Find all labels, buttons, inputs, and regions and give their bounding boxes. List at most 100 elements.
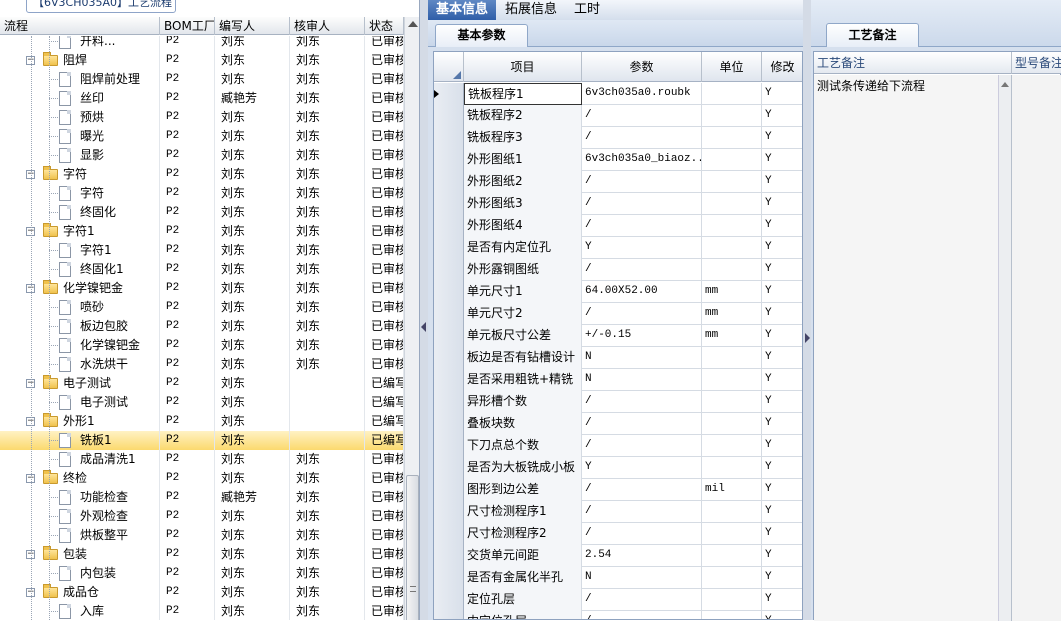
tree-step-row[interactable]: 阻焊前处理 P2 刘东 刘东 已审核 bbox=[0, 70, 404, 89]
process-note-cell[interactable]: 测试条传递给下流程 bbox=[814, 75, 1012, 621]
param-modify-cell[interactable]: Y bbox=[762, 545, 802, 567]
col-header-status[interactable]: 状态 bbox=[365, 17, 404, 35]
param-modify-cell[interactable]: Y bbox=[762, 215, 802, 237]
tab-basic-params[interactable]: 基本参数 bbox=[435, 24, 528, 47]
row-selector[interactable] bbox=[434, 391, 464, 413]
col-header-process-note[interactable]: 工艺备注 bbox=[814, 52, 1012, 74]
param-modify-cell[interactable]: Y bbox=[762, 347, 802, 369]
tree-step-row[interactable]: 板边包胶 P2 刘东 刘东 已审核 bbox=[0, 317, 404, 336]
tab-work-hours[interactable]: 工时 bbox=[566, 0, 608, 20]
flow-cell[interactable]: 铣板1 bbox=[0, 431, 160, 450]
param-row[interactable]: 外形图纸2/ Y bbox=[434, 171, 802, 193]
param-row[interactable]: 板边是否有钻槽设计 N Y bbox=[434, 347, 802, 369]
row-selector[interactable] bbox=[434, 303, 464, 325]
tree-group-row[interactable]: − 字符 P2 刘东 刘东 已审核 bbox=[0, 165, 404, 184]
row-selector[interactable] bbox=[434, 281, 464, 303]
row-selector[interactable] bbox=[434, 545, 464, 567]
flow-cell[interactable]: 字符1 bbox=[0, 241, 160, 260]
flow-cell[interactable]: − 成品仓 bbox=[0, 583, 160, 602]
row-selector[interactable] bbox=[434, 611, 464, 619]
param-value-cell[interactable]: 6v3ch035a0.roubk bbox=[582, 83, 702, 105]
flow-cell[interactable]: 终固化 bbox=[0, 203, 160, 222]
flow-cell[interactable]: 预烘 bbox=[0, 108, 160, 127]
param-unit-cell[interactable] bbox=[702, 149, 762, 171]
param-unit-cell[interactable] bbox=[702, 193, 762, 215]
collapse-left-icon[interactable] bbox=[421, 322, 426, 332]
param-unit-cell[interactable]: mm bbox=[702, 325, 762, 347]
tab-process-notes[interactable]: 工艺备注 bbox=[826, 23, 919, 47]
tree-step-row[interactable]: 电子测试 P2 刘东 已编写 bbox=[0, 393, 404, 412]
param-unit-cell[interactable] bbox=[702, 237, 762, 259]
row-selector[interactable] bbox=[434, 259, 464, 281]
row-selector[interactable] bbox=[434, 105, 464, 127]
param-modify-cell[interactable]: Y bbox=[762, 127, 802, 149]
tree-step-row[interactable]: 功能检查 P2 臧艳芳 刘东 已审核 bbox=[0, 488, 404, 507]
col-header-param[interactable]: 参数 bbox=[582, 52, 702, 82]
param-value-cell[interactable]: / bbox=[582, 501, 702, 523]
tree-group-row[interactable]: − 阻焊 P2 刘东 刘东 已审核 bbox=[0, 51, 404, 70]
param-modify-cell[interactable]: Y bbox=[762, 369, 802, 391]
scroll-up-arrow-icon[interactable] bbox=[408, 21, 418, 27]
param-unit-cell[interactable] bbox=[702, 435, 762, 457]
flow-cell[interactable]: − 化学镍钯金 bbox=[0, 279, 160, 298]
flow-cell[interactable]: 成品清洗1 bbox=[0, 450, 160, 469]
param-value-cell[interactable]: / bbox=[582, 523, 702, 545]
right-splitter[interactable] bbox=[803, 0, 811, 620]
tree-group-row[interactable]: − 终检 P2 刘东 刘东 已审核 bbox=[0, 469, 404, 488]
tree-step-row[interactable]: 字符1 P2 刘东 刘东 已审核 bbox=[0, 241, 404, 260]
tree-step-row[interactable]: 显影 P2 刘东 刘东 已审核 bbox=[0, 146, 404, 165]
tree-step-row[interactable]: 成品清洗1 P2 刘东 刘东 已审核 bbox=[0, 450, 404, 469]
param-value-cell[interactable]: N bbox=[582, 567, 702, 589]
tree-step-row[interactable]: 曝光 P2 刘东 刘东 已审核 bbox=[0, 127, 404, 146]
param-row[interactable]: 单元尺寸2/mm Y bbox=[434, 303, 802, 325]
param-value-cell[interactable]: / bbox=[582, 171, 702, 193]
param-modify-cell[interactable]: Y bbox=[762, 237, 802, 259]
flow-cell[interactable]: − 包装 bbox=[0, 545, 160, 564]
flow-cell[interactable]: 电子测试 bbox=[0, 393, 160, 412]
flow-cell[interactable]: 外观检查 bbox=[0, 507, 160, 526]
param-row[interactable]: 外形图纸3/ Y bbox=[434, 193, 802, 215]
row-selector[interactable] bbox=[434, 171, 464, 193]
col-header-writer[interactable]: 编写人 bbox=[215, 17, 290, 35]
scrollbar-thumb[interactable] bbox=[406, 475, 419, 620]
param-modify-cell[interactable]: Y bbox=[762, 479, 802, 501]
process-flow-tab[interactable]: 【6V3CH035A0】工艺流程 bbox=[26, 0, 176, 13]
flow-cell[interactable]: 开料... bbox=[0, 36, 160, 51]
row-selector[interactable] bbox=[434, 457, 464, 479]
tree-step-row[interactable]: 水洗烘干 P2 刘东 刘东 已审核 bbox=[0, 355, 404, 374]
row-selector[interactable] bbox=[434, 149, 464, 171]
tree-group-row[interactable]: − 成品仓 P2 刘东 刘东 已审核 bbox=[0, 583, 404, 602]
flow-cell[interactable]: 喷砂 bbox=[0, 298, 160, 317]
param-row[interactable]: 是否有金属化半孔 N Y bbox=[434, 567, 802, 589]
model-note-cell[interactable] bbox=[1012, 75, 1061, 621]
row-selector[interactable] bbox=[434, 413, 464, 435]
param-unit-cell[interactable]: mm bbox=[702, 281, 762, 303]
grid-corner[interactable] bbox=[434, 52, 464, 82]
scroll-up-arrow-icon[interactable] bbox=[1001, 82, 1009, 87]
param-unit-cell[interactable] bbox=[702, 545, 762, 567]
row-selector[interactable] bbox=[434, 435, 464, 457]
param-unit-cell[interactable] bbox=[702, 567, 762, 589]
param-modify-cell[interactable]: Y bbox=[762, 413, 802, 435]
param-unit-cell[interactable] bbox=[702, 171, 762, 193]
param-modify-cell[interactable]: Y bbox=[762, 193, 802, 215]
left-splitter[interactable] bbox=[420, 0, 428, 620]
row-selector[interactable] bbox=[434, 325, 464, 347]
param-unit-cell[interactable] bbox=[702, 105, 762, 127]
param-modify-cell[interactable]: Y bbox=[762, 589, 802, 611]
row-selector[interactable] bbox=[434, 567, 464, 589]
param-value-cell[interactable]: 2.54 bbox=[582, 545, 702, 567]
param-unit-cell[interactable] bbox=[702, 215, 762, 237]
flow-cell[interactable]: − 外形1 bbox=[0, 412, 160, 431]
tree-group-row[interactable]: − 包装 P2 刘东 刘东 已审核 bbox=[0, 545, 404, 564]
param-modify-cell[interactable]: Y bbox=[762, 501, 802, 523]
param-row[interactable]: 下刀点总个数 / Y bbox=[434, 435, 802, 457]
param-modify-cell[interactable]: Y bbox=[762, 171, 802, 193]
param-modify-cell[interactable]: Y bbox=[762, 611, 802, 619]
tree-step-row[interactable]: 终固化1 P2 刘东 刘东 已审核 bbox=[0, 260, 404, 279]
col-header-flow[interactable]: 流程 bbox=[0, 17, 160, 35]
param-unit-cell[interactable]: mil bbox=[702, 479, 762, 501]
tree-step-row[interactable]: 烘板整平 P2 刘东 刘东 已审核 bbox=[0, 526, 404, 545]
flow-cell[interactable]: − 字符1 bbox=[0, 222, 160, 241]
param-row[interactable]: 单元尺寸1 64.00X52.00 mm Y bbox=[434, 281, 802, 303]
